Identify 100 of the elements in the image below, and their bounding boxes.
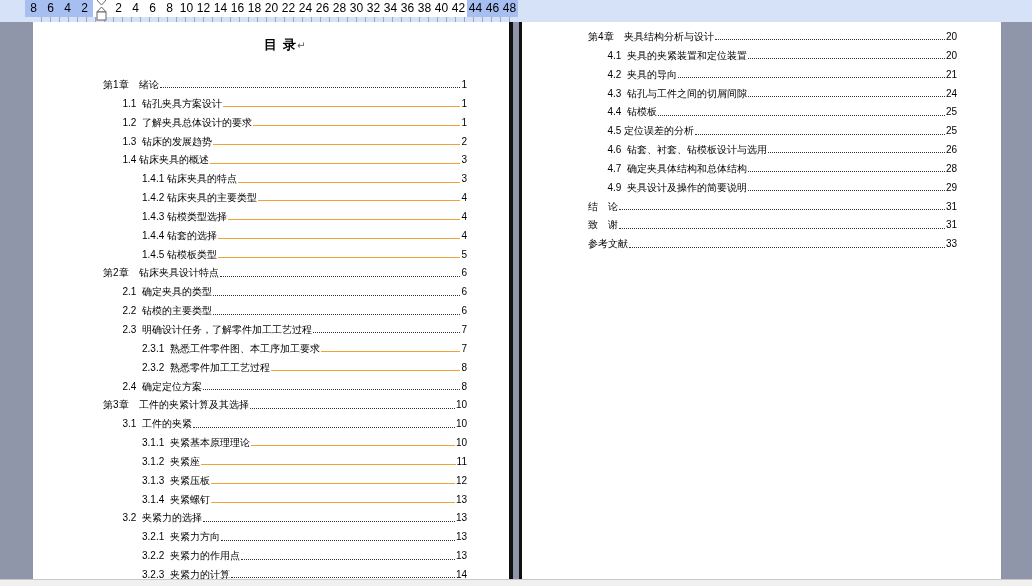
toc-entry-title: 1.4 钻床夹具的概述 xyxy=(122,153,210,168)
page-number: 24 xyxy=(945,86,957,101)
page-number: 10 xyxy=(455,417,467,432)
toc-entry-title: 1.1 钻孔夹具方案设计 xyxy=(122,96,222,111)
toc-entry-title: 2.3 明确设计任务，了解零件加工工艺过程 xyxy=(122,322,312,337)
page-number: 1 xyxy=(461,96,467,111)
toc-entry-title: 4.1 夹具的夹紧装置和定位装置 xyxy=(607,48,747,63)
ruler-number: 8 xyxy=(25,0,42,17)
page-number: 6 xyxy=(461,285,467,300)
toc-entry-title: 4.3 钻孔与工件之间的切屑间隙 xyxy=(607,86,747,101)
page-title: 目 录 xyxy=(264,36,298,54)
page-number: 25 xyxy=(945,105,957,120)
page-number: 29 xyxy=(945,180,957,195)
ruler-number: 4 xyxy=(59,0,76,17)
ruler-number: 34 xyxy=(382,0,399,17)
ruler-number: 48 xyxy=(501,0,518,17)
toc-entry-title: 2.2 钻模的主要类型 xyxy=(122,304,212,319)
ruler-number: 32 xyxy=(365,0,382,17)
ruler-number: 6 xyxy=(144,0,161,17)
toc-entry-title: 致 谢 xyxy=(588,218,618,233)
ruler-number: 28 xyxy=(331,0,348,17)
page-number: 8 xyxy=(461,379,467,394)
page-number: 6 xyxy=(461,266,467,281)
page-number: 13 xyxy=(455,511,467,526)
ruler-number: 44 xyxy=(467,0,484,17)
toc-entry-title: 4.4 钻模板 xyxy=(607,105,657,120)
toc-entry-title: 1.4.4 钻套的选择 xyxy=(142,228,218,243)
toc-entry-title: 参考文献 xyxy=(588,237,628,252)
toc-entry-title: 2.3.2 熟悉零件加工工艺过程 xyxy=(142,360,270,375)
page-number: 20 xyxy=(945,48,957,63)
page-number: 10 xyxy=(455,398,467,413)
toc-entry-title: 1.4.2 钻床夹具的主要类型 xyxy=(142,191,258,206)
page-number: 8 xyxy=(461,360,467,375)
page-number: 3 xyxy=(461,172,467,187)
page-number: 4 xyxy=(461,191,467,206)
page-number: 7 xyxy=(461,322,467,337)
page-number: 13 xyxy=(455,492,467,507)
ruler-number: 2 xyxy=(110,0,127,17)
page-number: 4 xyxy=(461,209,467,224)
page-number: 5 xyxy=(461,247,467,262)
ruler-number: 10 xyxy=(178,0,195,17)
ruler-number: 16 xyxy=(229,0,246,17)
page-number: 10 xyxy=(455,436,467,451)
ruler-number: 24 xyxy=(297,0,314,17)
scrollbar[interactable] xyxy=(0,579,1032,586)
page-number: 31 xyxy=(945,218,957,233)
indent-marker-icon[interactable] xyxy=(96,0,107,22)
page-number: 21 xyxy=(945,67,957,82)
page-number: 14 xyxy=(455,567,467,579)
page-number: 26 xyxy=(945,143,957,158)
page-number: 4 xyxy=(461,228,467,243)
toc-entry-title: 1.4.1 钻床夹具的特点 xyxy=(142,172,238,187)
toc-entry-title: 3.1.3 夹紧压板 xyxy=(142,473,210,488)
page-number: 1 xyxy=(461,78,467,92)
ruler-number: 8 xyxy=(161,0,178,17)
ruler-number: 4 xyxy=(127,0,144,17)
page-number: 12 xyxy=(455,473,467,488)
ruler-number: 12 xyxy=(195,0,212,17)
toc-entry-title: 3.1 工件的夹紧 xyxy=(122,417,192,432)
toc-entry-title: 2.4 确定定位方案 xyxy=(122,379,202,394)
ruler-number: 18 xyxy=(246,0,263,17)
toc-entry-title: 1.4.5 钻模板类型 xyxy=(142,247,218,262)
ruler-number: 6 xyxy=(42,0,59,17)
toc-entry-title: 3.1.4 夹紧螺钉 xyxy=(142,492,210,507)
toc-entry-title: 1.3 钻床的发展趋势 xyxy=(122,134,212,149)
toc-entry-title: 3.2 夹紧力的选择 xyxy=(122,511,202,526)
page-number: 1 xyxy=(461,115,467,130)
toc-entry-title: 2.1 确定夹具的类型 xyxy=(122,285,212,300)
toc-entry-title: 结 论 xyxy=(588,199,618,214)
page-number: 20 xyxy=(945,30,957,44)
toc-entry-title: 第4章 夹具结构分析与设计 xyxy=(588,30,714,44)
page-number: 13 xyxy=(455,549,467,564)
toc-entry-title: 3.2.3 夹紧力的计算 xyxy=(142,567,230,579)
page-number: 11 xyxy=(456,454,467,469)
page-number: 2 xyxy=(461,134,467,149)
page-number: 25 xyxy=(945,124,957,139)
toc-entry-title: 1.4.3 钻模类型选择 xyxy=(142,209,228,224)
page-number: 33 xyxy=(945,237,957,252)
page-number: 13 xyxy=(455,530,467,545)
ruler-number: 26 xyxy=(314,0,331,17)
ruler-number: 40 xyxy=(433,0,450,17)
page-number: 7 xyxy=(461,341,467,356)
ruler-number: 2 xyxy=(76,0,93,17)
page-number: 6 xyxy=(461,304,467,319)
toc-entry-title: 3.2.2 夹紧力的作用点 xyxy=(142,549,240,564)
toc-entry-title: 2.3.1 熟悉工件零件图、本工序加工要求 xyxy=(142,341,320,356)
ruler-number: 14 xyxy=(212,0,229,17)
toc-entry-title: 第1章 绪论 xyxy=(103,78,159,92)
ruler-number: 36 xyxy=(399,0,416,17)
ruler-number: 38 xyxy=(416,0,433,17)
toc-entry-title: 3.2.1 夹紧力方向 xyxy=(142,530,220,545)
ruler-number: 46 xyxy=(484,0,501,17)
toc-entry-title: 4.6 钻套、衬套、钻模板设计与选用 xyxy=(607,143,767,158)
toc-entry-title: 4.2 夹具的导向 xyxy=(607,67,677,82)
ruler-number: 22 xyxy=(280,0,297,17)
toc-entry-title: 第3章 工件的夹紧计算及其选择 xyxy=(103,398,249,413)
toc-entry-title: 3.1.2 夹紧座 xyxy=(142,454,200,469)
toc-entry-title: 4.9 夹具设计及操作的简要说明 xyxy=(607,180,747,195)
toc-entry-title: 4.7 确定夹具体结构和总体结构 xyxy=(607,161,747,176)
toc-entry-title: 4.5 定位误差的分析 xyxy=(607,124,695,139)
